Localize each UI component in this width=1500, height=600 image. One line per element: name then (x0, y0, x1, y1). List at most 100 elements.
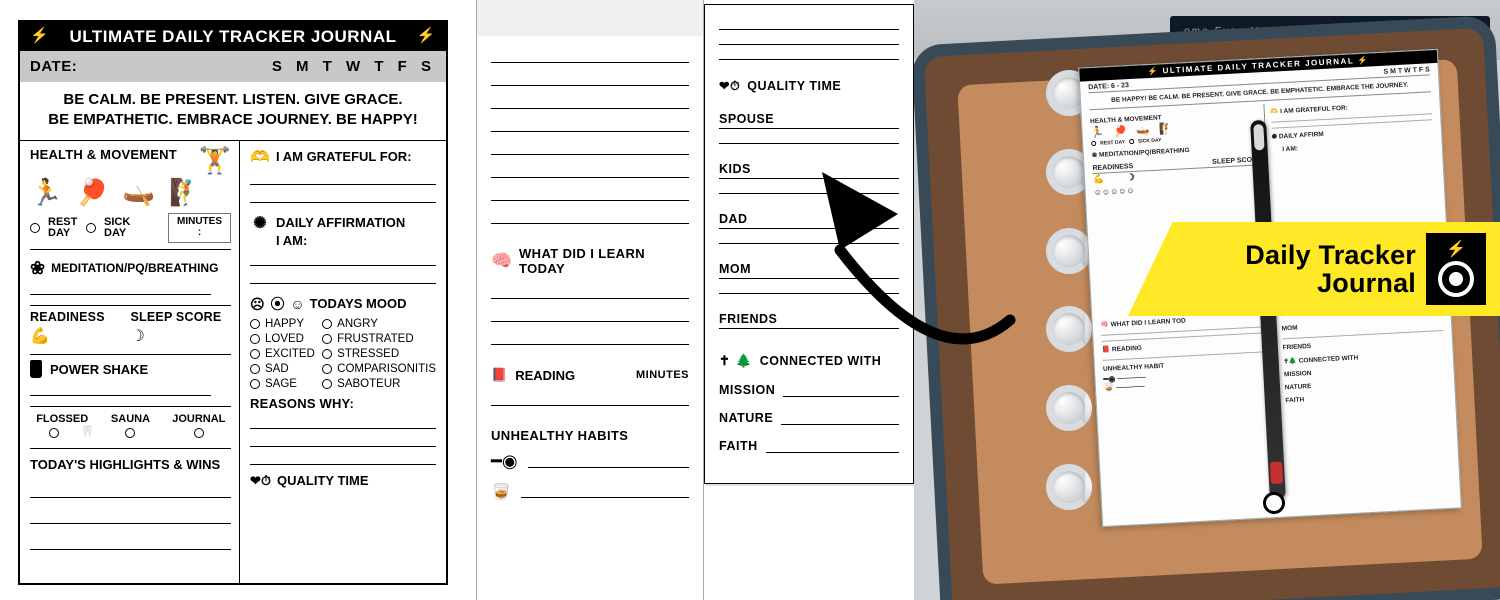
power-shake-label: POWER SHAKE (50, 362, 148, 377)
unhealthy-label: UNHEALTHY HABITS (491, 428, 628, 443)
day-selector[interactable]: S M T W T F S (272, 58, 436, 75)
mood-radio[interactable] (322, 334, 332, 344)
meditation-label: MEDITATION/PQ/BREATHING (51, 261, 218, 275)
write-line[interactable] (250, 252, 436, 266)
bolt-icon (1358, 56, 1370, 66)
target-icon (1438, 261, 1474, 297)
journal-page-main: ULTIMATE DAILY TRACKER JOURNAL DATE: S M… (18, 20, 448, 585)
moon-icon: ☽ (131, 326, 232, 346)
mom-label[interactable]: MOM (719, 262, 899, 279)
mantra-block: BE CALM. BE PRESENT. LISTEN. GIVE GRACE.… (20, 82, 446, 141)
sleep-block: SLEEP SCORE ☽ (131, 310, 232, 346)
mood-label: SABOTEUR (337, 378, 400, 390)
reading-label: READING (515, 368, 575, 383)
health-heading: HEALTH & MOVEMENT (30, 147, 177, 162)
write-line[interactable] (250, 433, 436, 447)
write-line[interactable] (528, 456, 689, 468)
hike-icon[interactable]: 🧗 (169, 179, 201, 205)
mood-radio[interactable] (250, 319, 260, 329)
pickleball-icon[interactable]: 🏓 (76, 179, 108, 205)
power-shake-row: POWER SHAKE (30, 354, 231, 380)
date-label[interactable]: DATE: (30, 58, 77, 75)
nature-label: NATURE (719, 411, 773, 425)
rest-day-radio[interactable] (30, 223, 40, 233)
iam-label: I AM: (276, 233, 307, 248)
mantra-line-1: BE CALM. BE PRESENT. LISTEN. GIVE GRACE. (40, 90, 426, 110)
stopwatch-heart-icon: ❤︎⏱ (250, 473, 271, 489)
tooth-icon: 🦷 (81, 425, 95, 438)
quality-time-label: QUALITY TIME (747, 79, 841, 93)
flossed-label: FLOSSED (30, 413, 94, 425)
affirmation-label: DAILY AFFIRMATION (276, 215, 405, 230)
write-line[interactable] (250, 189, 436, 203)
minutes-box[interactable]: MINUTES : (168, 213, 231, 243)
brain-icon: 🧠 (491, 251, 511, 271)
cigar-icon: ━◉ (491, 451, 518, 472)
mood-radio[interactable] (250, 349, 260, 359)
pp-rest: REST DAY (1100, 140, 1125, 147)
ring-icon (1046, 228, 1092, 274)
mood-radio[interactable] (250, 364, 260, 374)
badge-line-2: Journal (1174, 269, 1416, 297)
mood-radio[interactable] (322, 319, 332, 329)
pp-affirm: DAILY AFFIRM (1279, 131, 1324, 140)
pp-connected: CONNECTED WITH (1299, 354, 1359, 364)
friends-label[interactable]: FRIENDS (719, 312, 899, 329)
mood-radio[interactable] (322, 349, 332, 359)
journal-label: JOURNAL (167, 413, 231, 425)
heart-hand-icon: 🫶 (250, 147, 270, 167)
pp-sick: SICK DAY (1138, 138, 1162, 145)
sauna-block: SAUNA (98, 413, 162, 438)
kayak-icon[interactable]: 🛶 (123, 179, 155, 205)
journal-radio[interactable] (194, 428, 204, 438)
mood-radio[interactable] (322, 379, 332, 389)
mood-radio[interactable] (250, 334, 260, 344)
flex-icon: 💪 (30, 326, 131, 346)
spouse-label[interactable]: SPOUSE (719, 112, 899, 129)
write-line[interactable] (521, 486, 689, 498)
highlights-lines[interactable] (30, 482, 231, 550)
write-line[interactable] (766, 443, 899, 453)
write-line[interactable] (30, 279, 211, 295)
quality-time-label: QUALITY TIME (277, 473, 368, 488)
sauna-radio[interactable] (125, 428, 135, 438)
blank-lines[interactable] (491, 62, 689, 224)
page-title: ULTIMATE DAILY TRACKER JOURNAL (70, 27, 397, 46)
dad-label[interactable]: DAD (719, 212, 899, 229)
shake-icon (30, 360, 44, 380)
write-line[interactable] (783, 387, 899, 397)
write-line[interactable] (250, 171, 436, 185)
mood-grid: HAPPY ANGRY LOVED FRUSTRATED EXCITED STR… (250, 318, 436, 390)
learn-label: WHAT DID I LEARN TODAY (519, 246, 689, 276)
mood-label: LOVED (265, 333, 304, 345)
meditation-row: ❀ MEDITATION/PQ/BREATHING (30, 258, 231, 279)
book-icon: 📕 (491, 367, 507, 383)
bolt-icon (1446, 239, 1466, 259)
ring-icon (1046, 385, 1092, 431)
mood-radio[interactable] (250, 379, 260, 389)
journal-block: JOURNAL (167, 413, 231, 438)
write-line[interactable] (250, 415, 436, 429)
run-icon[interactable]: 🏃 (30, 179, 62, 205)
write-line[interactable] (781, 415, 899, 425)
write-line[interactable] (250, 270, 436, 284)
badge-line-1: Daily Tracker (1174, 241, 1416, 269)
sick-day-radio[interactable] (86, 223, 96, 233)
rest-day-label: REST DAY (48, 217, 78, 239)
kids-label[interactable]: KIDS (719, 162, 899, 179)
journal-strip-a: 🧠 WHAT DID I LEARN TODAY 📕 READING MINUT… (476, 0, 704, 600)
flossed-radio[interactable] (49, 428, 59, 438)
write-line[interactable] (30, 380, 211, 396)
connected-label: CONNECTED WITH (760, 354, 882, 368)
mood-label: COMPARISONITIS (337, 363, 436, 375)
sleep-label: SLEEP SCORE (131, 310, 232, 324)
reading-minutes-label[interactable]: MINUTES (636, 369, 689, 381)
sauna-label: SAUNA (98, 413, 162, 425)
product-badge: Daily Tracker Journal (1128, 222, 1500, 316)
bolt-icon (1147, 67, 1159, 77)
page-title-bar: ULTIMATE DAILY TRACKER JOURNAL (20, 22, 446, 51)
write-line[interactable] (250, 451, 436, 465)
faith-label: FAITH (719, 439, 758, 453)
dumbbell-icon: 🏋 (199, 147, 231, 173)
mood-radio[interactable] (322, 364, 332, 374)
